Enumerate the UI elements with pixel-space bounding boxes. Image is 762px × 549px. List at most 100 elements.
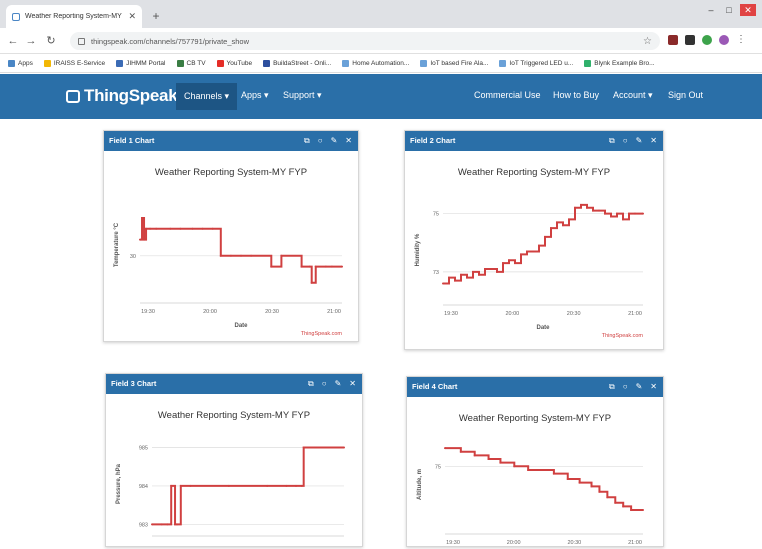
extension-icon[interactable] xyxy=(685,35,695,45)
data-point xyxy=(442,282,444,285)
bookmark-favicon-icon xyxy=(116,59,124,67)
edit-icon[interactable]: ✎ xyxy=(331,131,338,151)
close-icon[interactable]: ✕ xyxy=(650,377,657,397)
data-point xyxy=(300,484,303,487)
y-tick-label: 30 xyxy=(130,254,136,260)
x-axis-label: Date xyxy=(234,323,248,329)
forward-icon[interactable]: → xyxy=(24,34,38,48)
bookmark-item[interactable]: IoT based Fire Ala... xyxy=(420,59,488,67)
data-point xyxy=(568,218,570,221)
window-close-icon[interactable]: ✕ xyxy=(740,4,756,16)
data-point xyxy=(160,523,163,526)
extension-icon[interactable] xyxy=(702,35,712,45)
edit-icon[interactable]: ✎ xyxy=(636,377,643,397)
data-point xyxy=(211,227,214,230)
url-field[interactable]: thingspeak.com/channels/757791/private_s… xyxy=(70,32,660,50)
bookmark-favicon-icon xyxy=(216,59,224,67)
data-point xyxy=(300,265,303,268)
y-tick-label: 984 xyxy=(139,484,148,490)
reload-icon[interactable]: ↻ xyxy=(44,34,58,48)
data-point xyxy=(324,265,327,268)
nav-sign-out[interactable]: Sign Out xyxy=(668,90,703,100)
comment-icon[interactable]: ○ xyxy=(318,131,323,151)
close-icon[interactable]: ✕ xyxy=(345,131,352,151)
open-external-icon[interactable]: ⧉ xyxy=(304,131,310,151)
open-external-icon[interactable]: ⧉ xyxy=(609,377,615,397)
bookmark-item[interactable]: Blynk Example Bro... xyxy=(584,59,655,67)
data-point xyxy=(614,501,617,504)
bookmark-item[interactable]: JIHMM Portal xyxy=(116,59,166,67)
x-axis-label: Date xyxy=(536,325,550,331)
data-point xyxy=(566,478,569,481)
y-axis-label: Humidity % xyxy=(415,233,421,266)
data-point xyxy=(314,446,317,449)
bookmark-item[interactable]: Home Automation... xyxy=(342,59,409,67)
menu-icon[interactable]: ⋮ xyxy=(736,35,746,45)
bookmark-label: Apps xyxy=(18,59,33,67)
tab-close-icon[interactable]: ✕ xyxy=(128,11,136,22)
bookmark-item[interactable]: CB TV xyxy=(176,59,206,67)
extensions-area: ⋮ xyxy=(668,35,746,45)
card-header: Field 4 Chart ⧉ ○ ✎ ✕ xyxy=(407,377,663,397)
maximize-icon[interactable]: □ xyxy=(722,4,736,16)
bookmark-item[interactable]: Apps xyxy=(8,59,33,67)
nav-apps[interactable]: Apps ▾ xyxy=(241,90,269,101)
card-title: Field 1 Chart xyxy=(109,136,155,145)
series-line xyxy=(140,217,342,284)
bookmark-star-icon[interactable]: ☆ xyxy=(643,36,652,47)
tab-favicon-icon xyxy=(12,12,20,21)
bookmark-item[interactable]: YouTube xyxy=(216,59,252,67)
data-point xyxy=(169,227,172,230)
data-point xyxy=(598,209,600,212)
comment-icon[interactable]: ○ xyxy=(322,374,327,394)
x-tick-label: 20:30 xyxy=(265,309,279,315)
y-axis-label: Altitude, m xyxy=(417,469,423,500)
series-line xyxy=(445,447,643,511)
data-point xyxy=(499,461,502,464)
thingspeak-logo[interactable]: ThingSpeak™ xyxy=(66,86,184,106)
edit-icon[interactable]: ✎ xyxy=(636,131,643,151)
comment-icon[interactable]: ○ xyxy=(623,377,628,397)
data-point xyxy=(550,227,552,230)
nav-how-to-buy[interactable]: How to Buy xyxy=(553,90,599,100)
nav-support[interactable]: Support ▾ xyxy=(283,90,322,101)
nav-channels[interactable]: Channels ▾ xyxy=(176,83,238,110)
data-point xyxy=(606,496,609,499)
close-icon[interactable]: ✕ xyxy=(349,374,356,394)
data-point xyxy=(143,238,146,241)
data-point xyxy=(444,447,446,450)
bookmark-label: CB TV xyxy=(186,59,206,67)
edit-icon[interactable]: ✎ xyxy=(335,374,342,394)
data-point xyxy=(642,508,644,511)
comment-icon[interactable]: ○ xyxy=(623,131,628,151)
nav-account[interactable]: Account ▾ xyxy=(613,90,653,101)
data-point xyxy=(314,265,317,268)
data-point xyxy=(179,227,182,230)
data-point xyxy=(490,267,492,270)
data-point xyxy=(459,450,462,453)
bookmark-item[interactable]: BuildaStreet - Onli... xyxy=(263,59,331,67)
data-point xyxy=(580,203,582,206)
data-point xyxy=(610,215,612,218)
data-point xyxy=(544,235,546,238)
open-external-icon[interactable]: ⧉ xyxy=(308,374,314,394)
extension-icon[interactable] xyxy=(668,35,678,45)
close-icon[interactable]: ✕ xyxy=(650,131,657,151)
lock-icon xyxy=(78,37,85,45)
bookmark-item[interactable]: IoT Triggered LED u... xyxy=(499,59,574,67)
nav-commercial-use[interactable]: Commercial Use xyxy=(474,90,541,100)
data-point xyxy=(526,250,528,253)
minimize-icon[interactable]: – xyxy=(704,4,718,16)
bookmark-item[interactable]: IRAISS E-Service xyxy=(43,59,105,67)
open-external-icon[interactable]: ⧉ xyxy=(609,131,615,151)
bookmark-label: IoT Triggered LED u... xyxy=(509,59,574,67)
data-point xyxy=(539,468,542,471)
x-tick-label: 19:30 xyxy=(446,540,460,546)
field-2-chart-card: Field 2 Chart ⧉ ○ ✎ ✕ Weather Reporting Sys… xyxy=(404,130,664,350)
new-tab-icon[interactable]: + xyxy=(148,8,164,24)
data-point xyxy=(487,458,490,461)
profile-avatar[interactable] xyxy=(719,35,729,45)
back-icon[interactable]: ← xyxy=(6,34,20,48)
y-tick-label: 985 xyxy=(139,446,148,452)
browser-tab[interactable]: Weather Reporting System-MY F ✕ xyxy=(6,5,142,28)
